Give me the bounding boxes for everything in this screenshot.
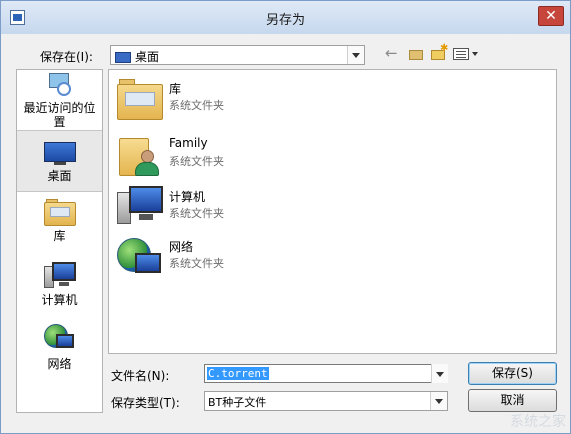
- up-folder-icon: [409, 50, 423, 60]
- watermark: 系统之家: [510, 414, 566, 430]
- places-item-network[interactable]: 网络: [17, 322, 102, 372]
- list-item[interactable]: Family 系统文件夹: [115, 132, 415, 180]
- list-item[interactable]: 计算机 系统文件夹: [115, 184, 415, 232]
- filename-history-dropdown[interactable]: [430, 364, 448, 383]
- item-name: 网络: [169, 240, 194, 254]
- desktop-icon: [43, 140, 76, 166]
- places-bar: 最近访问的位置 桌面 库 计算机 网络: [16, 69, 103, 413]
- desktop-icon: [115, 52, 131, 63]
- filename-value: C.torrent: [207, 367, 269, 380]
- computer-icon: [117, 186, 163, 226]
- chevron-down-icon: [472, 52, 478, 56]
- chevron-down-icon[interactable]: [430, 392, 447, 410]
- cancel-button[interactable]: 取消: [468, 389, 557, 412]
- library-icon: [43, 198, 76, 226]
- chevron-down-icon: [431, 364, 448, 383]
- item-type: 系统文件夹: [169, 207, 224, 220]
- network-icon: [117, 236, 163, 280]
- recent-places-icon: [47, 72, 73, 98]
- item-name: Family: [169, 136, 208, 150]
- save-in-label: 保存在(I):: [40, 50, 93, 64]
- save-as-dialog: 另存为 ✕ 保存在(I): 桌面 ← ✱ 最近访问的位置 桌面 库 计算机 网络…: [0, 0, 571, 434]
- list-item[interactable]: 网络 系统文件夹: [115, 234, 415, 282]
- up-folder-button[interactable]: [408, 45, 424, 63]
- save-button[interactable]: 保存(S): [468, 362, 557, 385]
- places-item-label: 网络: [47, 357, 72, 371]
- title-bar: 另存为 ✕: [1, 1, 570, 34]
- new-folder-button[interactable]: ✱: [430, 43, 448, 63]
- places-item-computer[interactable]: 计算机: [17, 262, 102, 312]
- places-item-label: 最近访问的位置: [23, 101, 96, 129]
- save-in-dropdown[interactable]: 桌面: [110, 45, 365, 65]
- places-item-library[interactable]: 库: [17, 198, 102, 248]
- network-icon: [43, 322, 76, 354]
- chevron-down-icon[interactable]: [347, 46, 364, 64]
- dialog-title: 另存为: [265, 13, 305, 28]
- filetype-value: BT种子文件: [208, 396, 267, 409]
- user-folder-icon: [117, 134, 163, 178]
- close-button[interactable]: ✕: [538, 6, 564, 26]
- computer-icon: [43, 262, 76, 290]
- view-details-icon: [453, 48, 469, 60]
- places-item-label: 桌面: [47, 169, 72, 183]
- places-item-desktop[interactable]: 桌面: [17, 130, 102, 192]
- item-type: 系统文件夹: [169, 99, 224, 112]
- filetype-dropdown[interactable]: BT种子文件: [204, 391, 448, 411]
- back-button[interactable]: ←: [385, 45, 401, 63]
- item-name: 计算机: [169, 190, 206, 204]
- list-item[interactable]: 库 系统文件夹: [115, 76, 415, 124]
- file-list: 库 系统文件夹 Family 系统文件夹 计算机 系统文件夹 网络 系统文件夹: [108, 69, 557, 354]
- library-icon: [117, 78, 163, 120]
- places-item-recent[interactable]: 最近访问的位置: [17, 72, 102, 129]
- item-type: 系统文件夹: [169, 155, 224, 168]
- filename-label: 文件名(N):: [111, 369, 170, 383]
- places-item-label: 计算机: [41, 293, 78, 307]
- item-type: 系统文件夹: [169, 257, 224, 270]
- places-item-label: 库: [53, 229, 66, 243]
- filename-input[interactable]: C.torrent: [204, 364, 448, 383]
- view-menu-button[interactable]: [453, 45, 481, 63]
- item-name: 库: [169, 82, 182, 96]
- filetype-label: 保存类型(T):: [111, 396, 180, 410]
- save-in-value: 桌面: [135, 50, 160, 64]
